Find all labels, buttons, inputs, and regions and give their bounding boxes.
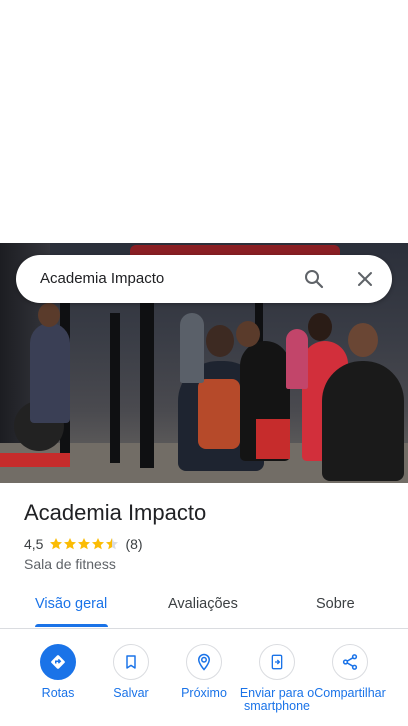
send-to-phone-label: Enviar para o smartphone	[239, 686, 315, 713]
send-to-phone-icon	[271, 654, 283, 670]
share-button[interactable]: Compartilhar	[310, 644, 390, 700]
tab-overview[interactable]: Visão geral	[35, 596, 107, 612]
send-to-phone-button[interactable]: Enviar para o smartphone	[237, 644, 317, 713]
search-bar[interactable]: Academia Impacto	[16, 255, 392, 303]
rating-stars	[49, 537, 119, 551]
review-count[interactable]: (8)	[125, 536, 142, 552]
star-icon	[92, 538, 105, 550]
search-icon[interactable]	[302, 267, 326, 291]
half-star-icon	[106, 538, 119, 550]
save-label: Salvar	[113, 686, 149, 700]
active-tab-indicator	[35, 624, 108, 627]
save-button[interactable]: Salvar	[91, 644, 171, 700]
map-blank-area	[0, 0, 408, 243]
nearby-label: Próximo	[181, 686, 227, 700]
directions-button[interactable]: Rotas	[18, 644, 98, 700]
directions-icon	[51, 655, 65, 669]
place-category: Sala de fitness	[24, 556, 116, 572]
share-icon	[342, 654, 358, 670]
star-icon	[50, 538, 63, 550]
tab-about[interactable]: Sobre	[316, 596, 355, 612]
star-icon	[64, 538, 77, 550]
directions-label: Rotas	[41, 686, 75, 700]
search-query[interactable]: Academia Impacto	[40, 270, 164, 287]
star-icon	[78, 538, 91, 550]
tab-bar: Visão geral Avaliações Sobre	[0, 586, 408, 629]
tab-reviews[interactable]: Avaliações	[168, 596, 238, 612]
share-label: Compartilhar	[314, 686, 386, 700]
rating-row[interactable]: 4,5 (8)	[24, 536, 143, 552]
nearby-button[interactable]: Próximo	[164, 644, 244, 700]
bookmark-icon	[126, 655, 136, 669]
close-icon[interactable]	[353, 267, 377, 291]
rating-value: 4,5	[24, 536, 44, 552]
nearby-icon	[197, 653, 211, 671]
place-title: Academia Impacto	[24, 500, 207, 525]
